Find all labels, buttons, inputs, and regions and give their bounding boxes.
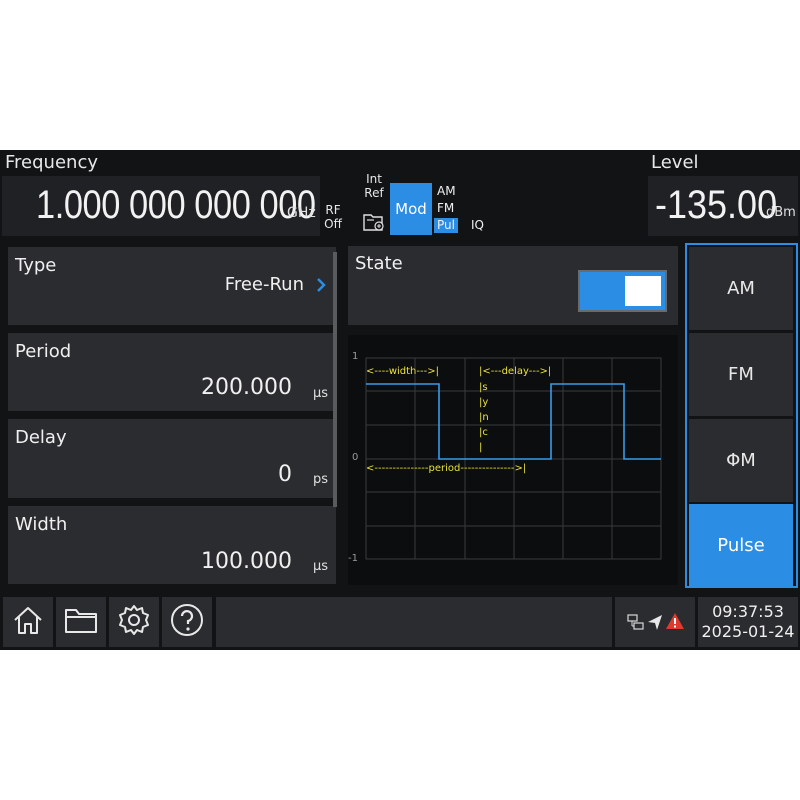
gear-icon: [116, 602, 152, 642]
home-icon: [11, 603, 45, 641]
mod-pulse-indicator: Pul: [434, 218, 458, 233]
remote-icon: [647, 613, 663, 635]
status-indicators[interactable]: [615, 597, 695, 647]
param-width-unit: μs: [312, 559, 328, 574]
param-type-value: Free-Run: [224, 274, 304, 295]
sync-char: |y: [479, 397, 489, 408]
param-delay-unit: ps: [312, 472, 328, 487]
sync-char: |n: [479, 412, 489, 423]
mod-fm-indicator: FM: [437, 201, 455, 215]
menu-pm-button[interactable]: ΦM: [689, 419, 793, 502]
param-type[interactable]: Type Free-Run: [8, 247, 336, 325]
mod-am-indicator: AM: [437, 184, 456, 198]
sync-char: |c: [479, 427, 488, 438]
param-width[interactable]: Width 100.000 μs: [8, 506, 336, 584]
file-button[interactable]: [56, 597, 106, 647]
ref-line2: Ref: [364, 186, 384, 200]
y-tick-1: 1: [352, 351, 359, 362]
state-label: State: [355, 253, 403, 274]
sync-char: |s: [479, 382, 488, 393]
frequency-value: 1.000 000 000 000: [36, 183, 316, 227]
home-button[interactable]: [3, 597, 53, 647]
level-unit: dBm: [766, 205, 796, 220]
menu-pulse-button[interactable]: Pulse: [689, 504, 793, 587]
bottom-bar-spacer: [216, 597, 612, 647]
rf-state: Off: [324, 217, 342, 231]
param-delay-title: Delay: [15, 427, 67, 448]
clock: 09:37:53 2025-01-24: [698, 597, 798, 647]
param-type-title: Type: [15, 255, 57, 276]
level-label: Level: [651, 152, 699, 173]
param-width-title: Width: [15, 514, 68, 535]
param-period-value: 200.000: [201, 375, 292, 400]
ref-line1: Int: [366, 172, 382, 186]
param-period-unit: μs: [312, 386, 328, 401]
y-tick-minus-1: -1: [348, 553, 358, 564]
chevron-right-icon: [316, 277, 326, 297]
param-width-value: 100.000: [201, 549, 292, 574]
param-period-title: Period: [15, 341, 72, 362]
clock-time: 09:37:53: [712, 602, 784, 621]
network-icon: [627, 613, 645, 635]
reference-status[interactable]: Int Ref: [361, 172, 387, 200]
menu-am-button[interactable]: AM: [689, 247, 793, 330]
state-toggle[interactable]: [578, 270, 667, 312]
rf-label: RF: [325, 203, 341, 217]
mod-iq-indicator: IQ: [471, 218, 484, 232]
rf-output-status[interactable]: RF Off: [320, 203, 346, 231]
param-delay-value: 0: [278, 462, 292, 487]
period-annotation: <---------------period--------------->|: [366, 463, 527, 474]
help-button[interactable]: [162, 597, 212, 647]
width-annotation: <----width--->|: [366, 366, 439, 377]
frequency-unit: GHz: [287, 205, 316, 221]
clock-date: 2025-01-24: [701, 622, 795, 641]
param-period[interactable]: Period 200.000 μs: [8, 333, 336, 411]
folder-icon: [63, 604, 99, 640]
settings-button[interactable]: [109, 597, 159, 647]
pulse-diagram: 1 0 -1 <----width--->| |<---delay--->| |…: [348, 335, 678, 585]
param-delay[interactable]: Delay 0 ps: [8, 419, 336, 498]
folder-settings-icon[interactable]: [362, 211, 386, 233]
modulation-button[interactable]: Mod: [390, 183, 432, 235]
toggle-knob: [625, 276, 661, 306]
menu-fm-button[interactable]: FM: [689, 333, 793, 416]
delay-annotation: |<---delay--->|: [479, 366, 552, 377]
sync-annotation: |s |y |n |c |: [479, 382, 489, 453]
frequency-label: Frequency: [5, 152, 98, 173]
warning-icon: [665, 611, 685, 635]
param-scrollbar[interactable]: [333, 252, 337, 507]
y-tick-0: 0: [352, 452, 359, 463]
level-value: -135.00: [655, 183, 778, 227]
help-icon: [169, 602, 205, 642]
